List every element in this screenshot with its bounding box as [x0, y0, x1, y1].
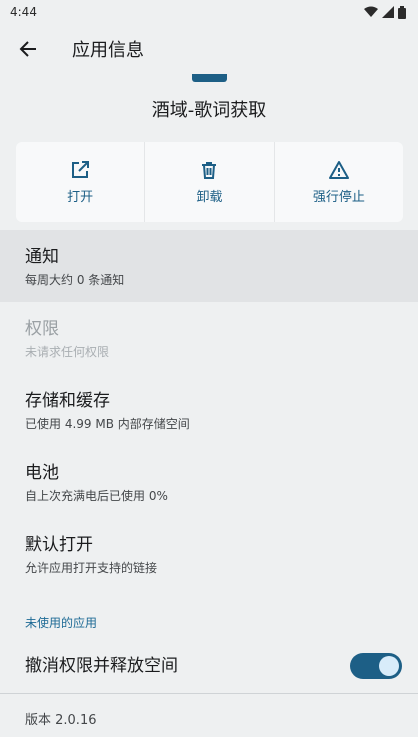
wifi-icon	[364, 6, 378, 17]
permissions-item[interactable]: 权限 未请求任何权限	[0, 302, 418, 374]
open-by-default-item[interactable]: 默认打开 允许应用打开支持的链接	[0, 518, 418, 590]
storage-item[interactable]: 存储和缓存 已使用 4.99 MB 内部存储空间	[0, 374, 418, 446]
battery-icon	[398, 5, 406, 19]
divider	[0, 693, 418, 694]
open-external-icon	[72, 160, 90, 178]
storage-summary: 已使用 4.99 MB 内部存储空间	[25, 417, 190, 431]
signal-icon	[382, 6, 394, 18]
uninstall-button[interactable]: 卸载	[145, 142, 275, 222]
uninstall-button-label: 卸载	[196, 189, 223, 205]
storage-title: 存储和缓存	[25, 391, 110, 411]
revoke-permissions-row[interactable]: 撤消权限并释放空间	[0, 646, 418, 686]
trash-icon	[202, 161, 217, 179]
notifications-title: 通知	[25, 247, 59, 267]
open-button[interactable]: 打开	[16, 142, 146, 222]
status-icons	[364, 5, 406, 19]
app-name: 酒域-歌词获取	[151, 100, 267, 121]
status-time: 4:44	[10, 5, 37, 19]
app-bar: 应用信息	[0, 24, 418, 74]
open-by-default-summary: 允许应用打开支持的链接	[25, 561, 158, 575]
action-buttons: 打开 卸载 强行停止	[16, 142, 403, 222]
open-button-label: 打开	[67, 189, 94, 205]
revoke-permissions-label: 撤消权限并释放空间	[25, 656, 178, 676]
version-text: 版本 2.0.16	[25, 713, 97, 728]
unused-apps-header: 未使用的应用	[25, 616, 98, 630]
notifications-item[interactable]: 通知 每周大约 0 条通知	[0, 230, 418, 302]
status-bar: 4:44	[0, 0, 418, 24]
force-stop-button[interactable]: 强行停止	[274, 142, 403, 222]
toggle-knob	[379, 656, 399, 676]
permissions-summary: 未请求任何权限	[25, 345, 110, 359]
app-icon	[192, 74, 227, 82]
permissions-title: 权限	[25, 319, 59, 339]
revoke-permissions-toggle[interactable]	[350, 653, 402, 679]
warning-icon	[328, 160, 349, 179]
force-stop-button-label: 强行停止	[312, 189, 365, 205]
page-title: 应用信息	[72, 40, 144, 61]
open-by-default-title: 默认打开	[25, 535, 93, 555]
arrow-back-icon	[19, 41, 36, 57]
back-button[interactable]	[0, 24, 56, 74]
battery-summary: 自上次充满电后已使用 0%	[25, 489, 168, 503]
battery-item[interactable]: 电池 自上次充满电后已使用 0%	[0, 446, 418, 518]
notifications-summary: 每周大约 0 条通知	[25, 273, 125, 287]
battery-title: 电池	[25, 463, 59, 483]
